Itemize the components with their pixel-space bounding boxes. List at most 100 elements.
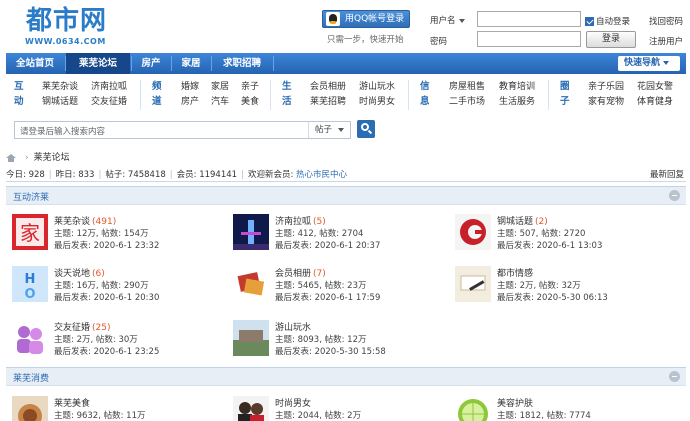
category-link[interactable]: 济南拉呱 (91, 81, 127, 93)
nav-home[interactable]: 全站首页 (6, 53, 64, 74)
forum-item: 钢城话题 (2) 主题: 507, 帖数: 2720 最后发表: 2020-6-1… (455, 214, 675, 254)
category-link[interactable]: 莱芜杂谈 (42, 81, 78, 93)
category-link[interactable]: 婚嫁 (181, 81, 199, 93)
category-link[interactable]: 交友征婚 (91, 96, 127, 108)
section-title[interactable]: 互动济莱 (13, 190, 49, 203)
forum-thumbnail[interactable] (12, 396, 48, 421)
category-link[interactable]: 生活服务 (499, 96, 535, 108)
category-link[interactable]: 体育健身 (637, 96, 673, 108)
category-link[interactable]: 家有宠物 (588, 96, 624, 108)
stats-members: 会员: 1194141 (176, 170, 238, 180)
forum-last-post[interactable]: 最后发表: 2020-6-1 17:59 (275, 291, 380, 303)
forum-new-count: (2) (535, 217, 548, 227)
forum-last-post[interactable]: 最后发表: 2020-5-30 15:58 (275, 345, 386, 357)
forum-meta: 主题: 2万, 帖数: 30万 (54, 335, 138, 345)
category-link[interactable]: 房屋租售 (449, 81, 485, 93)
forum-name[interactable]: 时尚男女 (275, 399, 311, 409)
forum-thumbnail[interactable] (233, 320, 269, 356)
home-icon[interactable] (6, 153, 16, 162)
nav-jobs[interactable]: 求职招聘 (212, 53, 272, 74)
search-button[interactable] (357, 120, 375, 138)
search-input[interactable]: 请登录后输入搜索内容 帖子 (14, 121, 351, 139)
forum-name[interactable]: 济南拉呱 (275, 217, 311, 227)
forum-last-post[interactable]: 最后发表: 2020-6-1 20:30 (54, 291, 159, 303)
forgot-password-link[interactable]: 找回密码 (649, 15, 683, 27)
category-link[interactable]: 亲子乐园 (588, 81, 624, 93)
forum-last-post[interactable]: 最后发表: 2020-6-1 13:03 (497, 239, 602, 251)
register-link[interactable]: 注册用户 (649, 35, 683, 47)
collapse-icon[interactable] (669, 190, 680, 201)
nav-divider (273, 56, 274, 71)
category-divider (270, 80, 271, 110)
quick-nav-dropdown[interactable]: 快速导航 (618, 56, 680, 71)
category-link[interactable]: 莱芜招聘 (310, 96, 346, 108)
forum-name[interactable]: 交友征婚 (54, 323, 90, 333)
forum-name[interactable]: 都市情感 (497, 269, 533, 279)
site-logo[interactable]: 都市网 WWW.0634.COM (22, 6, 122, 48)
password-input[interactable] (477, 31, 581, 47)
forum-meta: 主题: 507, 帖数: 2720 (497, 229, 586, 239)
category-link[interactable]: 教育培训 (499, 81, 535, 93)
category-link[interactable]: 汽车 (211, 96, 229, 108)
category-link[interactable]: 时尚男女 (359, 96, 395, 108)
chevron-down-icon (458, 18, 465, 23)
username-type-select[interactable]: 用户名 (430, 14, 465, 26)
category-title: 信息 (420, 81, 430, 107)
username-input[interactable] (477, 11, 581, 27)
forum-new-count: (5) (313, 217, 326, 227)
nav-forum[interactable]: 莱芜论坛 (66, 53, 130, 74)
forum-name[interactable]: 钢城话题 (497, 217, 533, 227)
category-link[interactable]: 家居 (211, 81, 229, 93)
forum-last-post[interactable]: 最后发表: 2020-5-30 06:13 (497, 291, 608, 303)
breadcrumb-separator: › (25, 153, 29, 163)
forum-name[interactable]: 莱芜杂谈 (54, 217, 90, 227)
forum-thumbnail[interactable] (455, 266, 491, 302)
forum-last-post[interactable]: 最后发表: 2020-6-1 20:37 (275, 239, 380, 251)
forum-thumbnail[interactable] (455, 214, 491, 250)
main-nav: 全站首页 莱芜论坛 房产 家居 求职招聘 快速导航 (6, 53, 686, 74)
stats-today: 今日: 928 (6, 170, 45, 180)
forum-name[interactable]: 会员相册 (275, 269, 311, 279)
collapse-icon[interactable] (669, 371, 680, 382)
forum-last-post[interactable]: 最后发表: 2020-6-1 23:25 (54, 345, 159, 357)
category-link[interactable]: 游山玩水 (359, 81, 395, 93)
auto-login-checkbox[interactable]: 自动登录 (585, 15, 630, 27)
qq-login-button[interactable]: 用QQ帐号登录 (322, 10, 410, 28)
category-link[interactable]: 亲子 (241, 81, 259, 93)
svg-text:O: O (24, 287, 35, 302)
latest-reply-link[interactable]: 最新回复 (650, 168, 684, 180)
forum-name[interactable]: 莱芜美食 (54, 399, 90, 409)
forum-meta: 主题: 8093, 帖数: 12万 (275, 335, 367, 345)
forum-thumbnail[interactable] (455, 396, 491, 421)
qq-login-hint: 只需一步，快速开始 (327, 35, 404, 45)
forum-name[interactable]: 游山玩水 (275, 323, 311, 333)
forum-thumbnail[interactable] (12, 320, 48, 356)
category-divider (548, 80, 549, 110)
category-link[interactable]: 房产 (181, 96, 199, 108)
forum-thumbnail[interactable] (233, 396, 269, 421)
login-button[interactable]: 登录 (586, 31, 636, 48)
category-link[interactable]: 钢城话题 (42, 96, 78, 108)
nav-realestate[interactable]: 房产 (132, 53, 170, 74)
category-link[interactable]: 二手市场 (449, 96, 485, 108)
forum-last-post[interactable]: 最后发表: 2020-6-1 23:32 (54, 239, 159, 251)
forum-name[interactable]: 美容护肤 (497, 399, 533, 409)
forum-name[interactable]: 谈天说地 (54, 269, 90, 279)
section-title[interactable]: 莱芜消费 (13, 371, 49, 384)
svg-text:H: H (25, 272, 36, 287)
category-divider (140, 80, 141, 110)
forum-thumbnail[interactable]: H O (12, 266, 48, 302)
search-type-select[interactable]: 帖子 (308, 122, 351, 138)
category-link[interactable]: 会员相册 (310, 81, 346, 93)
nav-home-decor[interactable]: 家居 (172, 53, 210, 74)
breadcrumb-current[interactable]: 莱芜论坛 (34, 153, 70, 163)
divider (6, 181, 686, 182)
forum-thumbnail[interactable] (233, 214, 269, 250)
forum-item: H O 谈天说地 (6) 主题: 16万, 帖数: 290万 最后发表: 2020… (12, 266, 232, 306)
forum-thumbnail[interactable]: 家 (12, 214, 48, 250)
category-link[interactable]: 花园女警 (637, 81, 673, 93)
category-link[interactable]: 美食 (241, 96, 259, 108)
new-member-link[interactable]: 热心市民中心 (296, 170, 347, 180)
forum-thumbnail[interactable] (233, 266, 269, 302)
username-label: 用户名 (430, 16, 456, 26)
